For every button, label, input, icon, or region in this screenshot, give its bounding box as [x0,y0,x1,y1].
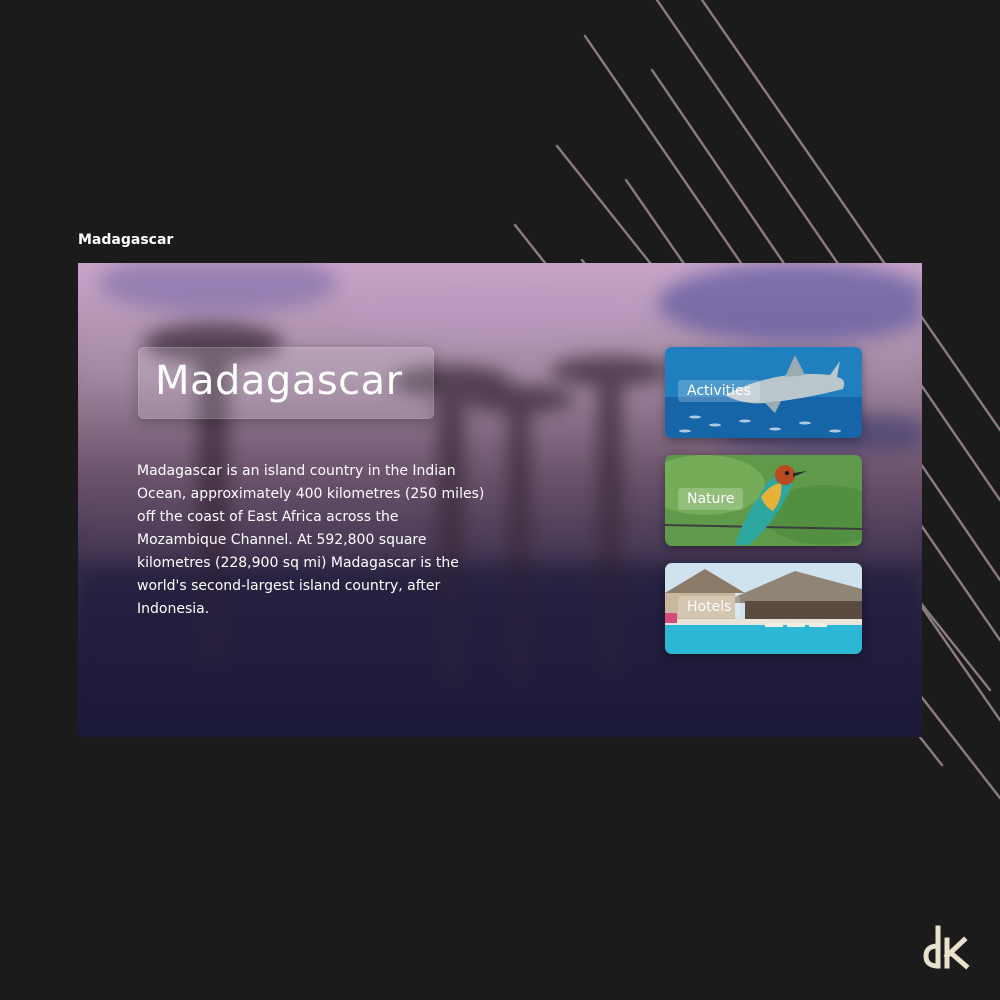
page-title: Madagascar [155,358,403,404]
hero-banner: Madagascar Madagascar is an island count… [78,263,922,737]
title-card: Madagascar [138,347,434,419]
category-label: Hotels [678,596,741,618]
frame-label: Madagascar [78,232,174,248]
category-label: Activities [678,380,760,402]
category-tile-nature[interactable]: Nature [665,455,862,546]
category-tile-hotels[interactable]: Hotels [665,563,862,654]
category-tile-activities[interactable]: Activities [665,347,862,438]
brand-logo [923,925,970,970]
description-text: Madagascar is an island country in the I… [137,463,485,617]
category-label: Nature [678,488,744,510]
